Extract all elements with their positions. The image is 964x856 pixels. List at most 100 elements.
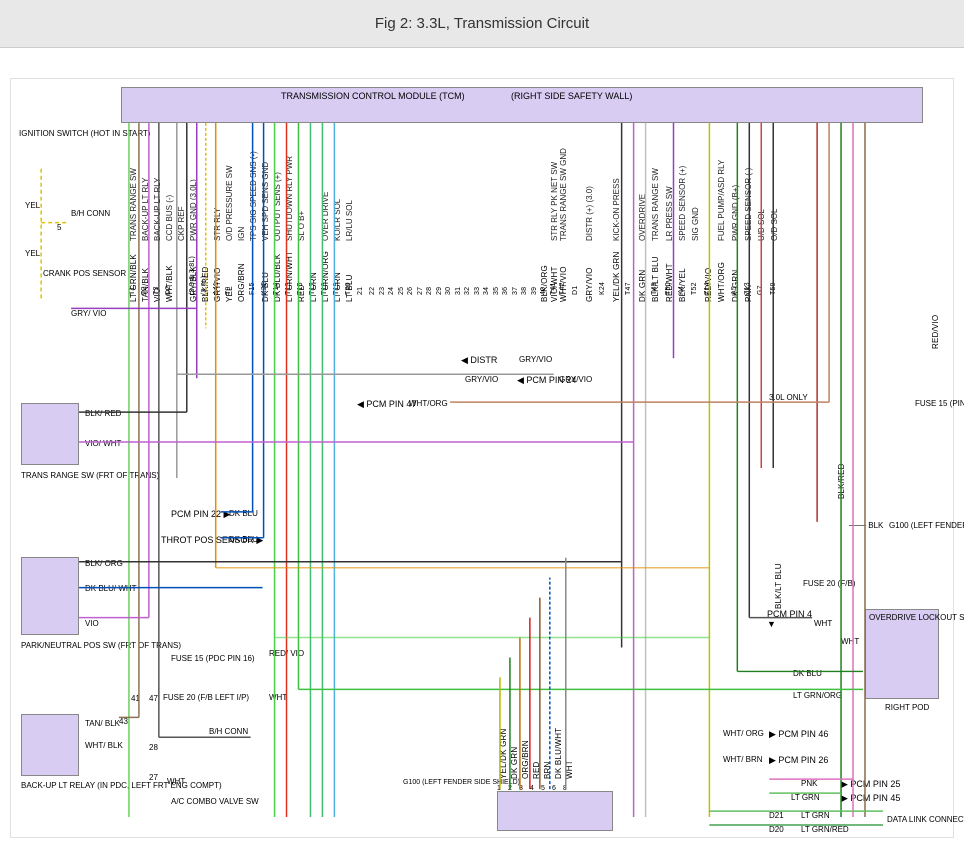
- pin-number: (3.0L): [201, 276, 208, 296]
- pin-number: D2: [165, 286, 172, 295]
- wht-blk: WHT/ BLK: [85, 741, 115, 750]
- trans-range-sw-box: [21, 403, 79, 465]
- pin-signal: O/D SOL: [770, 209, 779, 241]
- pin-signal: FUEL PUMP/ASD RLY: [717, 160, 726, 241]
- dkblu3: DK BLU: [793, 669, 822, 678]
- pin-signal: OVERDRIVE: [638, 194, 647, 241]
- backup-label: BACK-UP LT RELAY (IN PDC, LEFT FRT ENG C…: [21, 781, 111, 790]
- bottom-vert: RED: [532, 762, 541, 780]
- pin-number: K4: [678, 286, 685, 295]
- bottom-vert: WHT: [565, 760, 574, 779]
- figure-title-bar: Fig 2: 3.3L, Transmission Circuit: [0, 0, 964, 48]
- wht2: WHT: [269, 693, 287, 702]
- pin-signals: TRANS RANGE SWBACK-UP LT RLYBACK-UP LT R…: [121, 123, 923, 253]
- crank-sensor-label: CRANK POS SENSOR: [43, 269, 88, 278]
- pin-number: 31: [455, 287, 462, 295]
- gry-vio-1: GRY/VIO: [519, 355, 552, 364]
- fuse15r: FUSE 15 (PIN 16 PDC): [915, 399, 955, 408]
- pin-number: F15: [249, 282, 256, 295]
- blk-red: BLK/ RED: [85, 409, 115, 418]
- yel-label-1: YEL: [25, 201, 40, 210]
- pin-number: T42: [559, 282, 566, 295]
- gry-vio-3: GRY/VIO: [559, 375, 592, 384]
- pin-number: 24: [388, 287, 395, 295]
- pin-number: 28: [426, 287, 433, 295]
- pin-number: 33: [474, 287, 481, 295]
- g100: G100 (LEFT FENDER SHIELD REAR OF BATTERY…: [889, 521, 951, 530]
- park-neutral-box: [21, 557, 79, 635]
- distr-arrow: ◀ DISTR: [461, 355, 497, 366]
- pin-signal: STR RLY: [213, 208, 222, 241]
- pin-number: 26: [407, 287, 414, 295]
- overdrive-label: OVERDRIVE LOCKOUT SWITCH & LAMP: [869, 613, 937, 622]
- pin-signal: SPEED SENSOR (+): [678, 166, 687, 241]
- park-neutral-label: PARK/NEUTRAL POS SW (FRT OF TRANS): [21, 641, 111, 650]
- wiring-diagram: TRANSMISSION CONTROL MODULE (TCM) (RIGHT…: [10, 78, 954, 838]
- d20: D20: [769, 825, 784, 834]
- pin-number: T20: [345, 282, 352, 295]
- pin-number: 25: [398, 287, 405, 295]
- ltgrn: LT GRN: [791, 793, 820, 802]
- pin-number: T19: [333, 282, 340, 295]
- wht: WHT: [814, 619, 832, 628]
- p41: 41: [131, 694, 140, 703]
- ltgrn2: LT GRN: [801, 811, 830, 820]
- tcm-side-note: (RIGHT SIDE SAFETY WALL): [511, 91, 632, 101]
- bottom-vert: ORG/BRN: [521, 740, 530, 779]
- blk: ─── BLK: [849, 521, 883, 530]
- throt: THROT POS SENSOR ▶: [161, 535, 226, 546]
- pin-number: 21: [357, 287, 364, 295]
- pin-number: 22: [369, 287, 376, 295]
- pin-signal: PWR GND (3.0L): [189, 179, 198, 241]
- pin-number: T41: [550, 282, 557, 295]
- pin-number: 29: [436, 287, 443, 295]
- bh-conn2: B/H CONN: [209, 727, 248, 736]
- pin-number: 35: [493, 287, 500, 295]
- wht-org: WHT/ORG: [409, 399, 448, 408]
- bottom-vert: DK GRN: [510, 747, 519, 779]
- pin-signal: IGN: [237, 227, 246, 241]
- bh-conn-label: B/H CONN: [71, 209, 110, 218]
- pin-number: T3: [153, 286, 160, 295]
- tcm-title: TRANSMISSION CONTROL MODULE (TCM): [281, 91, 465, 101]
- wht3: WHT: [167, 777, 185, 786]
- p27: 27: [149, 773, 158, 782]
- whtorg2: WHT/ ORG: [723, 729, 753, 738]
- pin-signal: CCD BUS (-): [165, 195, 174, 241]
- pin-signal: OUTPUT SENS (+): [273, 172, 282, 241]
- pin-number: T13: [285, 282, 292, 295]
- pin-number: 38: [521, 287, 528, 295]
- gry-vio-label: GRY/ VIO: [71, 309, 101, 318]
- wht-b: WHT: [841, 637, 859, 646]
- pin-signal: CKP REF: [177, 206, 186, 241]
- pin-signal: U/D SOL: [757, 209, 766, 241]
- datalink: DATA LINK CONNECTER: [887, 815, 947, 824]
- pcm24: ◀ PCM PIN 24: [517, 375, 545, 386]
- pin-number: T17: [309, 282, 316, 295]
- dkblu1: DK BLU: [229, 509, 258, 518]
- d21: D21: [769, 811, 784, 820]
- pin-number: T9: [225, 286, 232, 295]
- only30: 3.0L ONLY: [769, 393, 808, 402]
- pin-signal: SPEED SENSOR (-): [744, 168, 753, 241]
- p28: 28: [149, 743, 158, 752]
- pin-signal: BACK-UP LT RLY: [153, 178, 162, 241]
- vio-pn: VIO: [85, 619, 99, 628]
- ac-combo: A/C COMBO VALVE SW: [171, 797, 236, 806]
- pin-number: (3.3 & 3.8L): [189, 256, 196, 295]
- whtbrn: WHT/ BRN: [723, 755, 753, 764]
- pin-number: A41: [213, 282, 220, 295]
- pcm22: PCM PIN 22 ▶: [171, 509, 226, 520]
- pin-number: T50: [665, 282, 672, 295]
- pin-number: T2: [141, 286, 148, 295]
- pin-5: 5: [57, 223, 61, 232]
- pin-signal: LR PRESS SW: [665, 186, 674, 241]
- pin-number: K22: [261, 282, 268, 295]
- pin-number: 36: [502, 287, 509, 295]
- dkblu2: DK BLU: [229, 535, 258, 544]
- pin-number: 40: [540, 287, 547, 295]
- pin-signal: VEH SPD SENS GND: [261, 162, 270, 241]
- pin-signal: O/D PRESSURE SW: [225, 165, 234, 241]
- pin-signal: SHUTDOWN RLY PWR: [285, 156, 294, 241]
- g100b: G100 (LEFT FENDER SIDE SHIELD): [403, 779, 453, 786]
